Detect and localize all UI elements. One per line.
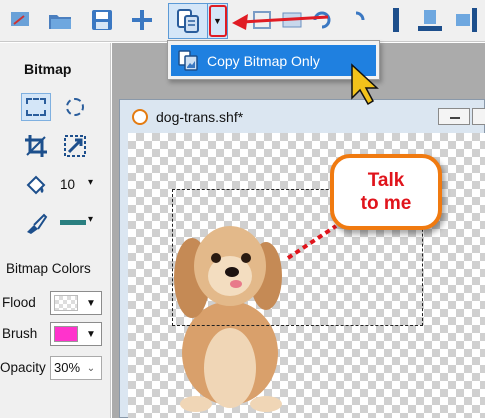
undo-icon[interactable]	[306, 4, 338, 36]
line-style-chevron-icon[interactable]: ▾	[88, 214, 93, 225]
bitmap-colors-heading: Bitmap Colors	[6, 261, 91, 276]
save-icon[interactable]	[86, 4, 118, 36]
document-icon	[132, 109, 148, 125]
bitmap-panel: Bitmap 10 ▾ ▾ Bitmap Colors Flood ▼ Brus…	[0, 43, 111, 418]
resize-button[interactable]	[60, 132, 90, 160]
dropdown-highlight	[209, 5, 227, 37]
image-tool-icon[interactable]	[276, 4, 308, 36]
resize-icon	[64, 135, 86, 157]
copy-bitmap-icon	[178, 50, 198, 71]
wand-icon[interactable]	[4, 4, 36, 36]
flood-chevron-icon: ▼	[86, 297, 96, 309]
brush-color-picker[interactable]: ▼	[50, 322, 102, 346]
copy-dropdown-menu: Copy Bitmap Only	[167, 40, 380, 80]
rect-select-button[interactable]	[21, 93, 51, 121]
align-right-icon[interactable]	[450, 4, 482, 36]
move-icon[interactable]	[126, 4, 158, 36]
align-vertical-icon[interactable]	[380, 4, 412, 36]
opacity-chevron-icon: ⌄	[86, 362, 96, 374]
minimize-icon	[450, 117, 460, 119]
brush-button[interactable]	[21, 209, 51, 237]
align-bottom-icon[interactable]	[414, 4, 446, 36]
rect-select-icon	[26, 98, 46, 116]
fill-bucket-icon	[26, 175, 46, 195]
menu-item-copy-bitmap-only[interactable]: Copy Bitmap Only	[171, 45, 376, 76]
crop-tool-icon[interactable]	[246, 4, 278, 36]
opacity-value: 30%	[54, 360, 81, 375]
brush-icon	[27, 213, 48, 234]
ellipse-select-icon	[66, 98, 84, 116]
bubble-line-1: Talk	[367, 170, 405, 191]
crop-button[interactable]	[21, 132, 51, 160]
panel-title: Bitmap	[24, 61, 72, 77]
copy-bitmap-only-label: Copy Bitmap Only	[207, 52, 320, 69]
toolbar: ▼	[0, 0, 485, 42]
opacity-select[interactable]: 30% ⌄	[50, 356, 102, 380]
flood-color-picker[interactable]: ▼	[50, 291, 102, 315]
copy-button[interactable]	[168, 3, 208, 39]
brush-label: Brush	[2, 326, 38, 341]
ellipse-select-button[interactable]	[60, 93, 90, 121]
document-title: dog-trans.shf*	[156, 109, 244, 125]
fill-bucket-button[interactable]	[21, 171, 51, 199]
brush-chevron-icon: ▼	[86, 328, 96, 340]
brush-size-value[interactable]: 10	[60, 177, 75, 192]
minimize-button[interactable]	[438, 108, 470, 125]
open-folder-icon[interactable]	[44, 4, 76, 36]
flood-label: Flood	[2, 295, 36, 310]
opacity-label: Opacity	[0, 360, 46, 375]
brush-size-chevron-icon[interactable]: ▾	[88, 177, 93, 188]
maximize-button[interactable]	[472, 108, 485, 125]
bubble-line-2: to me	[360, 193, 412, 214]
brush-swatch	[54, 326, 78, 342]
flood-swatch	[54, 295, 78, 311]
speech-bubble[interactable]: Talk to me	[330, 154, 442, 230]
line-style-swatch[interactable]	[60, 220, 86, 225]
crop-icon	[25, 135, 47, 157]
redo-icon[interactable]	[340, 4, 372, 36]
